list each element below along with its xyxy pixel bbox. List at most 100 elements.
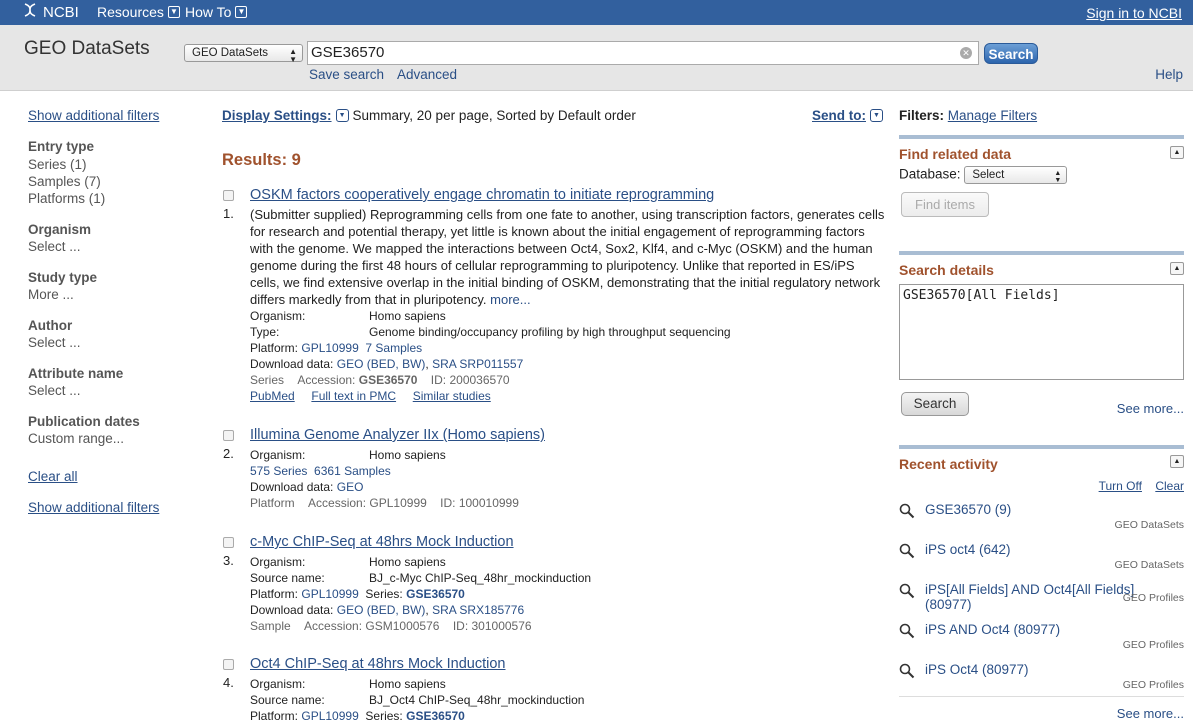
platform-link[interactable]: GPL10999 xyxy=(301,587,358,601)
platform-link[interactable]: GPL10999 xyxy=(301,709,358,723)
download-row: Download data: GEO (BED, BW), SRA SRX185… xyxy=(250,603,525,617)
activity-item[interactable]: GSE36570 (9) GEO DataSets xyxy=(899,502,1184,542)
clear-all-link[interactable]: Clear all xyxy=(28,469,198,484)
send-to-menu[interactable]: Send to: ▼ xyxy=(812,108,883,123)
activity-divider xyxy=(899,696,1184,697)
result-number: 3. xyxy=(223,553,234,568)
filter-group-entry-type: Entry type Series (1) Samples (7) Platfo… xyxy=(28,139,198,206)
howto-label: How To xyxy=(185,4,232,20)
triangle-up-icon[interactable]: ▲ xyxy=(1170,455,1184,468)
download-geo-link[interactable]: GEO (BED, BW) xyxy=(337,357,426,371)
triangle-up-icon[interactable]: ▲ xyxy=(1170,146,1184,159)
filter-item-platforms[interactable]: Platforms (1) xyxy=(28,191,198,206)
result-checkbox[interactable] xyxy=(223,537,234,548)
filter-item-author-select[interactable]: Select ... xyxy=(28,335,198,350)
pubmed-link[interactable]: PubMed xyxy=(250,389,295,403)
activity-source: GEO DataSets xyxy=(1114,559,1184,571)
activity-item[interactable]: iPS AND Oct4 (80977) GEO Profiles xyxy=(899,622,1184,662)
result-title-link[interactable]: Oct4 ChIP-Seq at 48hrs Mock Induction xyxy=(250,656,890,673)
result-title-link[interactable]: Illumina Genome Analyzer IIx (Homo sapie… xyxy=(250,427,890,444)
platform-link[interactable]: GPL10999 xyxy=(301,341,358,355)
find-items-button[interactable]: Find items xyxy=(901,192,989,217)
ncbi-helix-icon xyxy=(24,3,36,17)
filter-group-header: Author xyxy=(28,318,73,333)
samples-link[interactable]: 7 Samples xyxy=(365,341,422,355)
activity-source: GEO Profiles xyxy=(1122,679,1184,691)
entry-type: Sample xyxy=(250,619,291,633)
filters-label: Filters: xyxy=(899,108,945,123)
filter-item-series[interactable]: Series (1) xyxy=(28,157,198,172)
related-database-select[interactable]: Select ▲ ▼ xyxy=(964,166,1068,184)
clear-activity-link[interactable]: Clear xyxy=(1155,479,1184,493)
filter-group-study-type: Study type More ... xyxy=(28,270,198,302)
organism-value: Homo sapiens xyxy=(369,555,446,569)
activity-item[interactable]: iPS oct4 (642) GEO DataSets xyxy=(899,542,1184,582)
accession-key: Accession: xyxy=(297,373,356,387)
see-more-link[interactable]: See more... xyxy=(1117,401,1184,416)
filter-item-study-more[interactable]: More ... xyxy=(28,287,198,302)
download-geo-link[interactable]: GEO (BED, BW) xyxy=(337,603,426,617)
more-link[interactable]: more... xyxy=(490,292,530,307)
related-links: PubMed Full text in PMC Similar studies xyxy=(250,388,890,404)
search-input[interactable]: GSE36570 ✕ xyxy=(307,41,979,65)
activity-query-link[interactable]: iPS oct4 (642) xyxy=(925,542,1011,557)
result-title-link[interactable]: OSKM factors cooperatively engage chroma… xyxy=(250,187,890,204)
save-search-link[interactable]: Save search xyxy=(309,67,384,82)
result-title-link[interactable]: c-Myc ChIP-Seq at 48hrs Mock Induction xyxy=(250,534,890,551)
show-additional-filters-link[interactable]: Show additional filters xyxy=(28,108,198,123)
download-sra-link[interactable]: SRA SRP011557 xyxy=(432,357,523,371)
platform-key: Platform: xyxy=(250,709,299,723)
similar-studies-link[interactable]: Similar studies xyxy=(413,389,491,403)
result-checkbox[interactable] xyxy=(223,659,234,670)
activity-query-link[interactable]: iPS Oct4 (80977) xyxy=(925,662,1029,677)
organism-key: Organism: xyxy=(250,677,306,691)
display-settings[interactable]: Display Settings: ▼ Summary, 20 per page… xyxy=(222,108,636,123)
series-link[interactable]: GSE36570 xyxy=(406,587,465,601)
filter-item-attribute-select[interactable]: Select ... xyxy=(28,383,198,398)
activity-item[interactable]: iPS[All Fields] AND Oct4[All Fields] (80… xyxy=(899,582,1184,622)
see-more-activity-link[interactable]: See more... xyxy=(1117,706,1184,721)
result-body: Oct4 ChIP-Seq at 48hrs Mock Induction Or… xyxy=(250,656,890,724)
resources-menu[interactable]: Resources ▼ xyxy=(97,4,180,20)
filter-item-samples[interactable]: Samples (7) xyxy=(28,174,198,189)
chevron-down-icon[interactable]: ▼ xyxy=(870,109,883,122)
chevron-down-icon[interactable]: ▼ xyxy=(335,109,349,122)
download-geo-link[interactable]: GEO xyxy=(337,480,364,494)
manage-filters-link[interactable]: Manage Filters xyxy=(948,108,1037,123)
database-select-value: GEO DataSets xyxy=(192,47,269,59)
clear-input-icon[interactable]: ✕ xyxy=(960,47,972,59)
search-button[interactable]: Search xyxy=(984,43,1038,64)
samples-count-link[interactable]: 6361 Samples xyxy=(314,464,391,478)
series-count-link[interactable]: 575 Series xyxy=(250,464,307,478)
database-select[interactable]: GEO DataSets ▲ ▼ xyxy=(184,44,303,64)
search-input-value: GSE36570 xyxy=(311,44,385,61)
result-checkbox[interactable] xyxy=(223,190,234,201)
filter-item-organism-select[interactable]: Select ... xyxy=(28,239,198,254)
search-details-textarea[interactable]: GSE36570[All Fields] xyxy=(899,284,1184,380)
ncbi-logo[interactable]: NCBI xyxy=(22,3,79,21)
sign-in-link[interactable]: Sign in to NCBI xyxy=(1086,5,1182,21)
display-settings-label[interactable]: Display Settings: xyxy=(222,108,332,123)
download-sra-link[interactable]: SRA SRX185776 xyxy=(432,603,524,617)
series-link[interactable]: GSE36570 xyxy=(406,709,465,723)
howto-menu[interactable]: How To ▼ xyxy=(185,4,248,20)
source-key: Source name: xyxy=(250,693,325,707)
results-count: Results: 9 xyxy=(222,151,301,169)
show-additional-filters-link-2[interactable]: Show additional filters xyxy=(28,500,198,515)
search-bar: GEO DataSets GEO DataSets ▲ ▼ GSE36570 ✕ … xyxy=(0,25,1193,91)
result-checkbox[interactable] xyxy=(223,430,234,441)
ncbi-logo-text: NCBI xyxy=(43,3,79,21)
display-settings-summary: Summary, 20 per page, Sorted by Default … xyxy=(352,108,636,123)
filter-item-custom-range[interactable]: Custom range... xyxy=(28,431,198,446)
triangle-up-icon[interactable]: ▲ xyxy=(1170,262,1184,275)
help-link[interactable]: Help xyxy=(1155,67,1183,82)
activity-query-link[interactable]: GSE36570 (9) xyxy=(925,502,1011,517)
activity-query-link[interactable]: iPS AND Oct4 (80977) xyxy=(925,622,1060,637)
send-to-label[interactable]: Send to: xyxy=(812,108,866,123)
details-search-button[interactable]: Search xyxy=(901,392,969,416)
magnifier-icon xyxy=(899,583,915,599)
full-text-pmc-link[interactable]: Full text in PMC xyxy=(311,389,396,403)
turn-off-link[interactable]: Turn Off xyxy=(1099,479,1142,493)
advanced-search-link[interactable]: Advanced xyxy=(397,67,457,82)
activity-source: GEO Profiles xyxy=(1122,639,1184,651)
